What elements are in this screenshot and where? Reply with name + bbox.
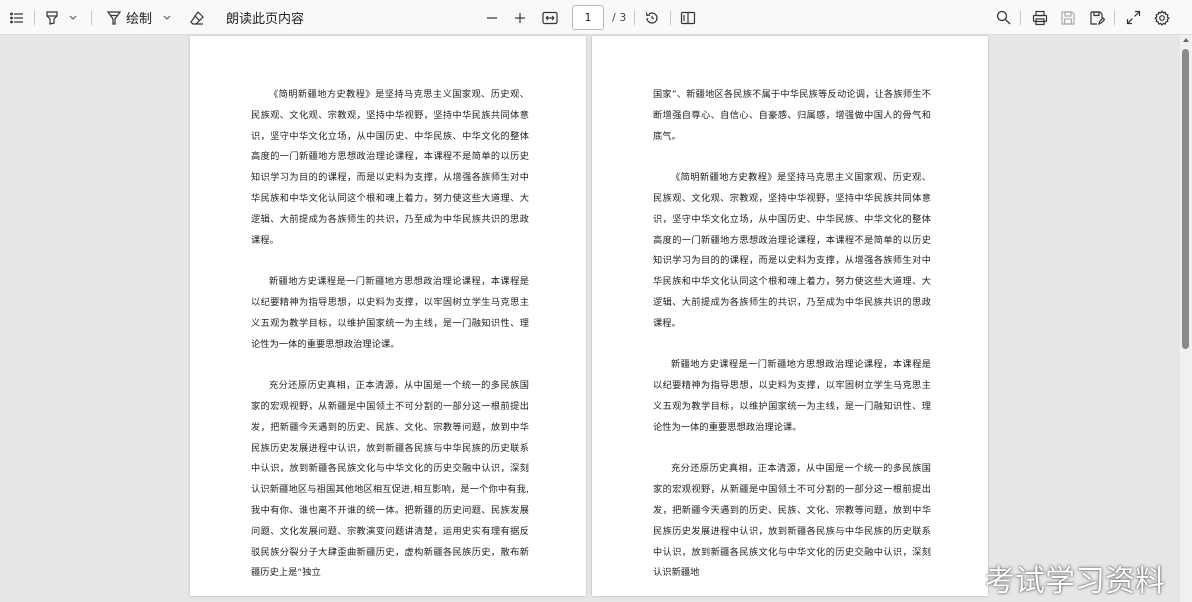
fullscreen-icon[interactable] (1123, 0, 1143, 35)
page-2-paragraph-4: 充分还原历史真相，正本清源，从中国是一个统一的多民族国家的宏观视野，从新疆是中国… (653, 463, 931, 579)
search-icon[interactable] (993, 0, 1013, 35)
zoom-out-icon[interactable] (482, 0, 502, 35)
page-1-paragraph-1: 《简明新疆地方史教程》是坚持马克思主义国家观、历史观、民族观、文化观、宗教观，坚… (251, 89, 529, 246)
page-number-input[interactable]: 1 (572, 5, 604, 30)
document-page-2: 国家”、新疆地区各民族不属于中华民族等反动论调，让各族师生不断增强自尊心、自信心… (592, 36, 988, 596)
highlight-icon[interactable] (42, 0, 62, 35)
draw-icon[interactable] (104, 0, 124, 35)
highlight-dropdown-chevron-icon[interactable] (66, 0, 80, 35)
draw-button[interactable]: 绘制 (126, 0, 156, 35)
toolbar-separator (1114, 11, 1115, 25)
draw-dropdown-chevron-icon[interactable] (160, 0, 174, 35)
save-icon[interactable] (1058, 0, 1078, 35)
page-2-paragraph-2: 《简明新疆地方史教程》是坚持马克思主义国家观、历史观、民族观、文化观、宗教观，坚… (653, 172, 931, 329)
page-2-content: 国家”、新疆地区各民族不属于中华民族等反动论调，让各族师生不断增强自尊心、自信心… (653, 85, 931, 602)
page-2-paragraph-3: 新疆地方史课程是一门新疆地方思想政治理论课程，本课程是以纪要精神为指导思想，以史… (653, 359, 931, 433)
print-icon[interactable] (1030, 0, 1050, 35)
read-aloud-button[interactable]: 朗读此页内容 (226, 0, 304, 35)
toolbar-separator (634, 11, 635, 25)
document-page-1: 《简明新疆地方史教程》是坚持马克思主义国家观、历史观、民族观、文化观、宗教观，坚… (190, 36, 586, 596)
page-1-paragraph-3: 充分还原历史真相，正本清源，从中国是一个统一的多民族国家的宏观视野，从新疆是中国… (251, 380, 529, 579)
document-viewer[interactable]: 《简明新疆地方史教程》是坚持马克思主义国家观、历史观、民族观、文化观、宗教观，坚… (0, 35, 1180, 602)
draw-label: 绘制 (126, 12, 153, 27)
rotate-icon[interactable] (642, 0, 662, 35)
eraser-icon[interactable] (187, 0, 207, 35)
toolbar-separator (1020, 11, 1021, 25)
zoom-in-icon[interactable] (510, 0, 530, 35)
toolbar-separator (91, 11, 92, 25)
page-total: / 3 (612, 11, 627, 24)
page-1-paragraph-2: 新疆地方史课程是一门新疆地方思想政治理论课程，本课程是以纪要精神为指导思想，以史… (251, 276, 529, 350)
contents-icon[interactable] (6, 0, 28, 35)
scroll-up-arrow-icon[interactable] (1183, 38, 1189, 42)
page-1-content: 《简明新疆地方史教程》是坚持马克思主义国家观、历史观、民族观、文化观、宗教观，坚… (251, 85, 529, 602)
toolbar-separator (670, 11, 671, 25)
settings-icon[interactable] (1152, 0, 1172, 35)
two-page-icon[interactable] (678, 0, 698, 35)
vertical-scrollbar[interactable] (1180, 35, 1192, 602)
pdf-toolbar: 绘制 朗读此页内容 1 / 3 (0, 0, 1192, 35)
watermark-text: 考试学习资料 (985, 564, 1165, 599)
scrollbar-thumb[interactable] (1182, 49, 1189, 349)
save-as-icon[interactable] (1087, 0, 1107, 35)
page-2-paragraph-1: 国家”、新疆地区各民族不属于中华民族等反动论调，让各族师生不断增强自尊心、自信心… (653, 89, 931, 142)
fit-width-icon[interactable] (540, 0, 560, 35)
read-aloud-label: 朗读此页内容 (226, 12, 305, 27)
toolbar-separator (34, 11, 35, 25)
